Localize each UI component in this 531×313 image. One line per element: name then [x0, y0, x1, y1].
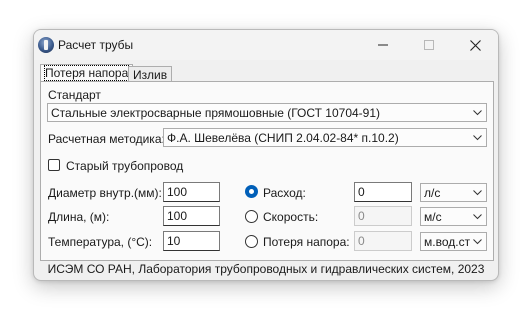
window-title: Расчет трубы [58, 38, 134, 52]
head-loss-label: Потеря напора: [263, 235, 350, 249]
flow-label: Расход: [263, 186, 306, 200]
head-loss-panel: Стандарт Стальные электросварные прямошо… [40, 81, 494, 261]
old-pipe-checkbox[interactable] [48, 159, 60, 171]
length-label: Длина, (м): [48, 210, 110, 224]
velocity-label: Скорость: [263, 210, 319, 224]
flow-radio[interactable] [245, 185, 258, 198]
flow-unit-select[interactable]: л/с [420, 183, 487, 202]
maximize-button[interactable] [406, 30, 452, 60]
chevron-down-icon [470, 105, 484, 120]
minimize-button[interactable] [360, 30, 406, 60]
minimize-icon [378, 44, 388, 46]
old-pipe-label: Старый трубопровод [66, 159, 184, 173]
flow-value: 0 [358, 185, 365, 199]
velocity-radio[interactable] [245, 210, 258, 223]
diameter-input[interactable]: 100 [163, 182, 220, 202]
standard-value: Стальные электросварные прямошовные (ГОС… [51, 106, 381, 120]
velocity-unit-select[interactable]: м/с [420, 207, 487, 226]
head-loss-output[interactable]: 0 [354, 231, 412, 251]
footer-credits: ИСЭМ СО РАН, Лаборатория трубопроводных … [47, 262, 485, 276]
diameter-value: 100 [167, 185, 188, 199]
chevron-down-icon [470, 209, 484, 224]
chevron-down-icon [470, 234, 484, 249]
temperature-input[interactable]: 10 [163, 231, 220, 251]
method-select[interactable]: Ф.А. Шевелёва (СНИП 2.04.02-84* п.10.2) [163, 128, 487, 147]
flow-unit-value: л/с [424, 186, 441, 200]
diameter-label: Диаметр внутр.(мм): [48, 186, 162, 200]
app-icon [38, 37, 54, 53]
head-loss-radio[interactable] [245, 235, 258, 248]
tab-outflow-label: Излив [133, 68, 168, 82]
close-icon [469, 39, 481, 51]
head-loss-unit-select[interactable]: м.вод.ст [420, 232, 487, 251]
close-button[interactable] [452, 30, 498, 60]
velocity-unit-value: м/с [424, 210, 442, 224]
method-value: Ф.А. Шевелёва (СНИП 2.04.02-84* п.10.2) [167, 131, 399, 145]
flow-output[interactable]: 0 [354, 182, 412, 202]
chevron-down-icon [470, 185, 484, 200]
chevron-down-icon [470, 130, 484, 145]
temperature-label: Температура, (°С): [48, 235, 153, 249]
tab-head-loss-label: Потеря напора [43, 65, 130, 81]
maximize-icon [424, 40, 434, 50]
velocity-value: 0 [358, 209, 365, 223]
standard-label: Стандарт [48, 88, 101, 102]
method-label: Расчетная методика: [48, 132, 165, 146]
length-value: 100 [167, 209, 188, 223]
velocity-output[interactable]: 0 [354, 206, 412, 226]
temperature-value: 10 [167, 234, 181, 248]
tab-outflow[interactable]: Излив [128, 66, 173, 82]
head-loss-unit-value: м.вод.ст [424, 235, 471, 249]
head-loss-value: 0 [358, 234, 365, 248]
title-bar[interactable]: Расчет трубы [34, 30, 498, 60]
length-input[interactable]: 100 [163, 206, 220, 226]
app-window: Расчет трубы Потеря напора Излив Стандар… [33, 29, 499, 281]
standard-select[interactable]: Стальные электросварные прямошовные (ГОС… [47, 103, 487, 122]
